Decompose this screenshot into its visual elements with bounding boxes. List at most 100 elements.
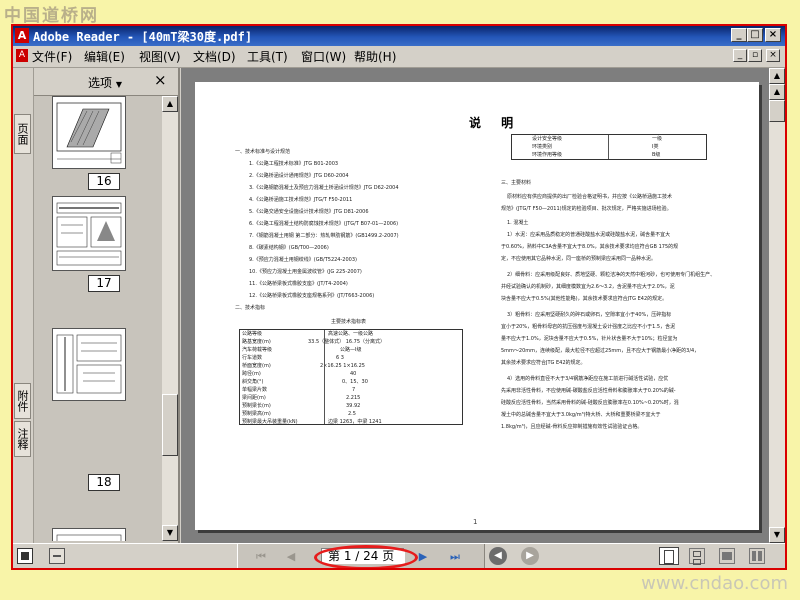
close-button[interactable]: × xyxy=(765,28,781,42)
page-up-icon[interactable]: ▲ xyxy=(769,84,785,100)
scroll-down-icon[interactable]: ▼ xyxy=(769,527,785,543)
table-cell: 6 3 xyxy=(336,355,344,361)
doc-restore-button[interactable]: ▫ xyxy=(748,49,762,62)
scroll-up-icon[interactable]: ▲ xyxy=(769,68,785,84)
thumbnail-panel: 选项 ▼ × 16 17 18 ▲ ▼ xyxy=(34,68,180,543)
menu-document[interactable]: 文档(D) xyxy=(193,48,236,65)
standard-item: 9.《预应力混凝土用钢绞线》(GB/T5224-2003) xyxy=(249,257,357,263)
window-title: Adobe Reader - [40mT梁30度.pdf] xyxy=(33,30,253,44)
paragraph-line: 定，不应使用其它品种水泥，同一座桥的预制梁应采用同一品种水泥。 xyxy=(501,256,657,262)
paragraph-line: 先采用非活性骨料，不应使用碱-碳酸盐反应活性骨料和膨胀率大于0.20%的碱- xyxy=(501,388,676,394)
thumbnail-label-17: 17 xyxy=(88,275,120,292)
menu-help[interactable]: 帮助(H) xyxy=(354,48,396,65)
table-cell: 行车道数 xyxy=(242,355,263,361)
paragraph-line: 块含量不应大于0.5%(其他性能略)，其余技术要求应符合JTG E42的规定。 xyxy=(501,296,668,302)
table-cell: 高速公路、一级公路 xyxy=(328,331,374,337)
menu-window[interactable]: 窗口(W) xyxy=(301,48,346,65)
table-cell: 设计安全等级 xyxy=(532,136,563,142)
previous-page-icon[interactable]: ◀ xyxy=(283,549,299,564)
doc-close-button[interactable]: × xyxy=(766,49,780,62)
panel-toggle-icon[interactable] xyxy=(17,548,33,564)
paragraph-line: 原材料应有供应商提供的出厂检验合格证明书，并应按《公路桥涵施工技术 xyxy=(507,194,673,200)
thumbnail-page-19[interactable] xyxy=(52,528,126,541)
back-view-icon[interactable]: ◀ xyxy=(489,547,507,565)
scrollbar-thumb[interactable] xyxy=(769,100,785,122)
table-cell: Ⅰ类 xyxy=(652,144,659,150)
menu-edit[interactable]: 编辑(E) xyxy=(84,48,125,65)
menu-file[interactable]: 文件(F) xyxy=(32,48,72,65)
paragraph-line: 硅酸反应活性骨料，当然采用骨料的碱-硅酸反应膨胀率在0.10%~0.20%时，混 xyxy=(501,400,679,406)
table-divider xyxy=(608,135,609,159)
site-url-watermark: www.cndao.com xyxy=(641,573,788,594)
adobe-reader-icon: A xyxy=(15,28,29,43)
thumbnail-page-18[interactable] xyxy=(52,328,126,401)
page-17-preview xyxy=(56,202,122,266)
maximize-button[interactable]: □ xyxy=(747,28,763,42)
document-scrollbar[interactable]: ▲ ▲ ▼ xyxy=(769,68,785,543)
page-number: 1 xyxy=(473,518,478,526)
paragraph-line: 并经试验确认的机制砂，其细度模数宜为2.6～3.2，含泥量不应大于2.0%，泥 xyxy=(501,284,675,290)
close-panel-icon[interactable]: × xyxy=(154,71,167,89)
paragraph-line: 凝土中的总碱含量不宜大于3.0kg/m³(特大桥、大桥和重要桥梁不宜大于 xyxy=(501,412,661,418)
next-page-icon[interactable]: ▶ xyxy=(415,549,431,564)
tab-attachments[interactable]: 附件 xyxy=(14,383,31,419)
table-cell: 斜交角(°) xyxy=(242,379,264,385)
thumbnail-scrollbar[interactable]: ▲ ▼ xyxy=(162,96,178,541)
tab-comments[interactable]: 注释 xyxy=(14,421,31,457)
document-icon[interactable]: A xyxy=(16,49,28,62)
facing-pages-icon[interactable] xyxy=(719,548,735,564)
last-page-icon[interactable]: ⏭ xyxy=(447,549,463,564)
document-view[interactable]: 说 明 一、技术标准与设计规范 1.《公路工程技术标准》JTG B01-2003… xyxy=(181,68,769,543)
scroll-up-icon[interactable]: ▲ xyxy=(162,96,178,112)
table-cell: 预制梁最大吊装重量(kN) xyxy=(242,419,298,425)
table-cell: 跨径(m) xyxy=(242,371,261,377)
table-cell: 2×16.25 1×16.25 xyxy=(320,363,365,369)
thumbnail-label-18: 18 xyxy=(88,474,120,491)
page-title: 说 明 xyxy=(469,116,522,130)
menu-tools[interactable]: 工具(T) xyxy=(247,48,288,65)
paragraph-line: 3）粗骨料：应采用坚硬耐久的碎石或卵石，空隙率宜小于40%，压碎指标 xyxy=(507,312,672,318)
table-caption: 主要技术指标表 xyxy=(331,319,367,325)
menu-bar: A 文件(F) 编辑(E) 视图(V) 文档(D) 工具(T) 窗口(W) 帮助… xyxy=(13,46,785,68)
pdf-page: 说 明 一、技术标准与设计规范 1.《公路工程技术标准》JTG B01-2003… xyxy=(195,82,759,530)
first-page-icon[interactable]: ⏮ xyxy=(253,549,269,564)
table-cell: 33.5（整体式） 16.75（分离式） xyxy=(308,339,386,345)
paragraph-line: 5mm～20mm，连续级配，最大粒径不应超过25mm，且不应大于钢筋最小净距的3… xyxy=(501,348,700,354)
standard-item: 3.《公路钢筋混凝土及预应力混凝土桥涵设计规范》JTG D62-2004 xyxy=(249,185,399,191)
scrollbar-thumb[interactable] xyxy=(162,394,178,456)
table-cell: B级 xyxy=(652,152,661,158)
continuous-facing-icon[interactable] xyxy=(749,548,765,564)
title-bar[interactable]: A Adobe Reader - [40mT梁30度.pdf] _ □ × xyxy=(13,26,785,46)
paragraph-line: 量不应大于1.0%，泥块含量不应大于0.5%，针片状含量不大于10%；粒径宜为 xyxy=(501,336,678,342)
thumbnail-label-16: 16 xyxy=(88,173,120,190)
forward-view-icon[interactable]: ▶ xyxy=(521,547,539,565)
table-cell: 0、15、30 xyxy=(342,379,368,385)
table-cell: 汽车荷载等级 xyxy=(242,347,273,353)
table-cell: 环境作用等级 xyxy=(532,152,563,158)
single-page-icon[interactable] xyxy=(659,547,679,565)
site-watermark: 中国道桥网 xyxy=(4,6,99,26)
table-cell: 路基宽度(m) xyxy=(242,339,271,345)
page-16-preview xyxy=(56,102,122,164)
tab-pages[interactable]: 页面 xyxy=(14,114,31,154)
table-cell: 公路等级 xyxy=(242,331,263,337)
navigation-tabs: 页面 附件 注释 xyxy=(13,68,34,543)
menu-view[interactable]: 视图(V) xyxy=(139,48,181,65)
standard-item: 8.《碳素结构钢》(GB/T00—2006) xyxy=(249,245,329,251)
paragraph-line: 规范》(JTG/T F50—2011)规定的检验项目、批次规定，严格实施进场检验… xyxy=(501,206,672,212)
thumbnail-list[interactable]: 16 17 18 xyxy=(34,96,162,541)
standard-item: 1.《公路工程技术标准》JTG B01-2003 xyxy=(249,161,339,167)
thumbnail-page-16[interactable] xyxy=(52,96,126,169)
section-heading-materials: 三、主要材料 xyxy=(501,180,532,186)
continuous-page-icon[interactable] xyxy=(689,548,705,565)
paragraph-line: 1）水泥：应采用品质稳定的普通硅酸盐水泥或硅酸盐水泥，碱含量不宜大 xyxy=(507,232,671,238)
standard-item: 6.《公路工程混凝土结构防腐蚀技术规范》(JTG/T B07-01—2006) xyxy=(249,221,399,227)
doc-minimize-button[interactable]: _ xyxy=(733,49,747,62)
bookmark-panel-icon[interactable] xyxy=(49,548,65,564)
thumbnail-page-17[interactable] xyxy=(52,196,126,271)
scroll-down-icon[interactable]: ▼ xyxy=(162,525,178,541)
options-dropdown[interactable]: 选项 ▼ xyxy=(88,74,122,91)
minimize-button[interactable]: _ xyxy=(731,28,747,42)
standard-item: 10.《预应力混凝土用金属波纹管》(JG 225-2007) xyxy=(249,269,362,275)
chevron-down-icon: ▼ xyxy=(115,80,122,89)
